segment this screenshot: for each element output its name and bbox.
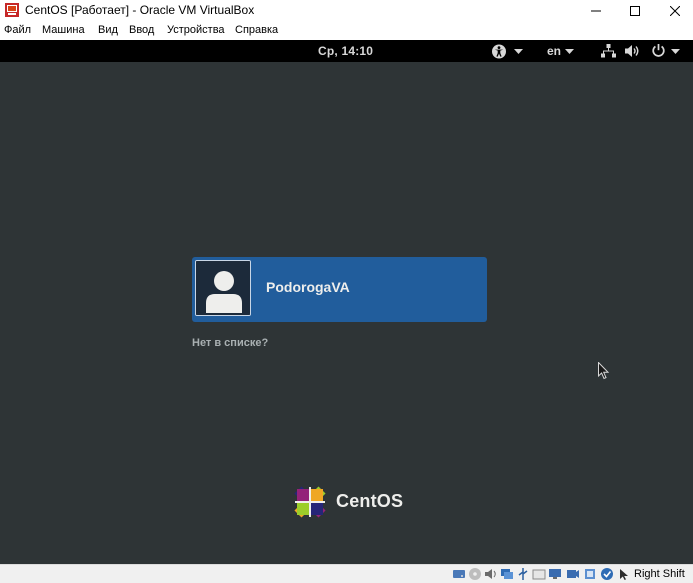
centos-logo-text: CentOS <box>336 491 404 511</box>
window-title: CentOS [Работает] - Oracle VM VirtualBox <box>25 3 255 17</box>
shared-folders-icon[interactable] <box>532 567 546 581</box>
not-listed-link[interactable]: Нет в списке? <box>192 337 268 349</box>
display-icon[interactable] <box>548 567 562 581</box>
optical-disk-icon[interactable] <box>468 567 482 581</box>
menu-devices[interactable]: Устройства <box>167 24 225 36</box>
status-bar: Right Shift <box>0 564 693 583</box>
chevron-down-icon <box>514 49 523 54</box>
avatar <box>195 260 251 316</box>
user-name: PodorogaVA <box>266 279 350 295</box>
cpu-icon[interactable] <box>583 567 597 581</box>
volume-icon[interactable] <box>625 44 640 58</box>
accessibility-icon[interactable] <box>491 44 507 59</box>
audio-icon[interactable] <box>484 567 498 581</box>
centos-logo-icon <box>294 486 326 518</box>
menu-view[interactable]: Вид <box>98 24 118 36</box>
user-list-item[interactable]: PodorogaVA <box>192 257 487 322</box>
menu-input[interactable]: Ввод <box>129 24 154 36</box>
window-title-bar: CentOS [Работает] - Oracle VM VirtualBox <box>0 0 693 21</box>
power-icon[interactable] <box>651 43 666 58</box>
mouse-cursor-icon <box>598 362 610 380</box>
menu-help[interactable]: Справка <box>235 24 278 36</box>
menu-bar: Файл Машина Вид Ввод Устройства Справка <box>0 21 693 40</box>
menu-machine[interactable]: Машина <box>42 24 85 36</box>
language-indicator[interactable]: en <box>547 44 561 58</box>
close-icon <box>670 5 680 16</box>
harddisk-icon[interactable] <box>452 567 466 581</box>
video-capture-icon[interactable] <box>566 567 580 581</box>
maximize-icon <box>630 5 640 16</box>
mouse-integration-icon[interactable] <box>600 567 614 581</box>
user-avatar-icon <box>196 261 250 315</box>
gnome-top-bar: Ср, 14:10 en <box>0 40 693 62</box>
network-icon[interactable] <box>500 567 514 581</box>
chevron-down-icon <box>565 49 574 54</box>
usb-icon[interactable] <box>516 567 530 581</box>
minimize-icon <box>591 10 601 11</box>
close-button[interactable] <box>652 0 693 21</box>
guest-display[interactable]: Ср, 14:10 en PodorogaVA Нет в списке? Ce… <box>0 40 693 564</box>
chevron-down-icon <box>671 49 680 54</box>
host-key-label: Right Shift <box>634 568 685 580</box>
arrow-icon[interactable] <box>617 567 631 581</box>
network-wired-icon[interactable] <box>601 44 616 58</box>
virtualbox-app-icon <box>5 3 19 17</box>
menu-file[interactable]: Файл <box>4 24 31 36</box>
clock[interactable]: Ср, 14:10 <box>318 44 373 58</box>
